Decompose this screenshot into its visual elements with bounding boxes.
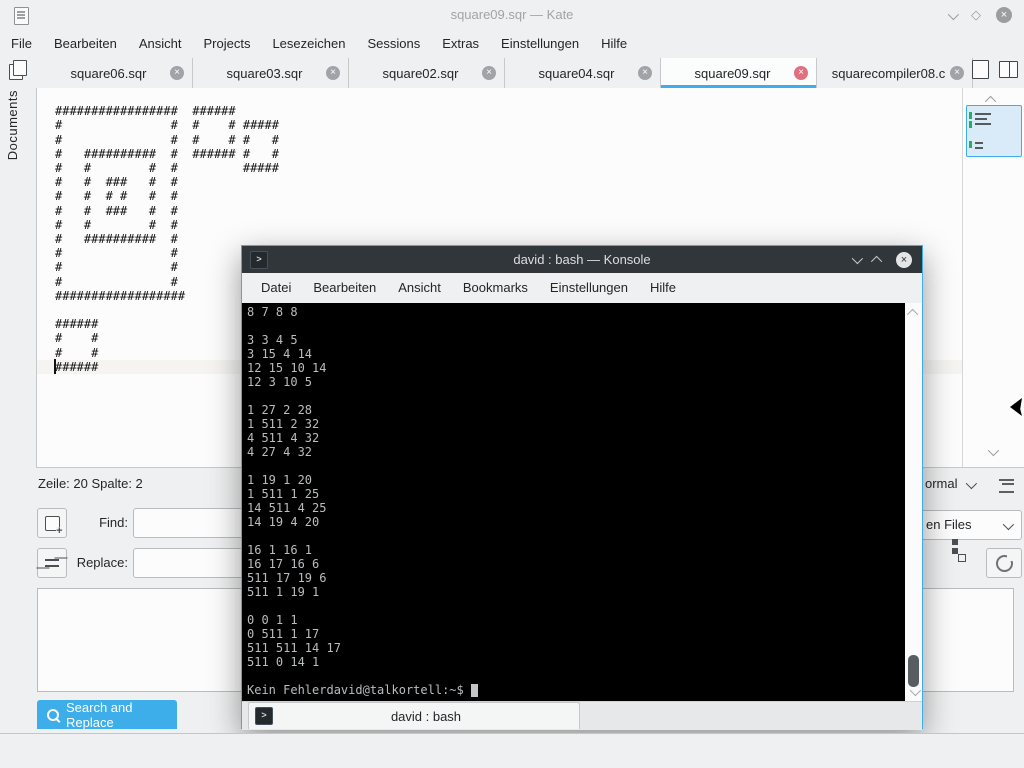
kate-menu-ansicht[interactable]: Ansicht xyxy=(128,30,193,58)
split-view-icon[interactable] xyxy=(999,61,1018,78)
chevron-down-icon[interactable] xyxy=(965,477,978,490)
kate-left-dock: Documents xyxy=(0,58,37,468)
kate-menu-hilfe[interactable]: Hilfe xyxy=(590,30,638,58)
refresh-icon xyxy=(995,553,1014,572)
kate-menu-bearbeiten[interactable]: Bearbeiten xyxy=(43,30,128,58)
tab-squarecompiler08[interactable]: squarecompiler08.c × xyxy=(817,58,973,88)
kate-menu-einstellungen[interactable]: Einstellungen xyxy=(490,30,590,58)
konsole-window-title: david : bash — Konsole xyxy=(513,252,651,267)
konsole-menu-bearbeiten[interactable]: Bearbeiten xyxy=(302,273,387,303)
kate-menu-projects[interactable]: Projects xyxy=(192,30,261,58)
replace-label: Replace: xyxy=(76,555,128,570)
konsole-app-icon: > xyxy=(250,250,268,269)
konsole-menu-hilfe[interactable]: Hilfe xyxy=(639,273,687,303)
konsole-close-button[interactable]: × xyxy=(896,251,912,268)
terminal-prompt-line: Kein Fehlerdavid@talkortell:~$ xyxy=(247,683,478,697)
kate-maximize-button[interactable]: ◇ xyxy=(971,8,981,23)
kate-menu-extras[interactable]: Extras xyxy=(431,30,490,58)
tab-close-icon[interactable]: × xyxy=(794,66,808,80)
kate-menu-sessions[interactable]: Sessions xyxy=(356,30,431,58)
kate-tabbar: square06.sqr × square03.sqr × square02.s… xyxy=(37,58,1024,89)
konsole-menu-einstellungen[interactable]: Einstellungen xyxy=(539,273,639,303)
chevron-down-icon xyxy=(1002,518,1015,531)
tab-close-icon[interactable]: × xyxy=(170,66,184,80)
sliders-icon xyxy=(45,557,59,569)
mode-selector[interactable]: ormal xyxy=(925,468,958,500)
kate-minimize-button[interactable] xyxy=(947,8,960,23)
minimap-view-indicator[interactable] xyxy=(966,105,1022,157)
new-search-icon xyxy=(44,515,63,536)
search-icon xyxy=(47,708,59,721)
search-options-button[interactable] xyxy=(37,548,67,578)
terminal-cursor xyxy=(470,684,478,697)
tab-square09-active[interactable]: square09.sqr × xyxy=(661,58,817,88)
kate-close-button[interactable]: × xyxy=(996,7,1012,23)
sidebar-tab-documents[interactable]: Documents xyxy=(5,90,20,160)
tab-close-icon[interactable]: × xyxy=(326,66,340,80)
konsole-maximize-button[interactable] xyxy=(870,252,883,268)
konsole-menu-datei[interactable]: Datei xyxy=(250,273,302,303)
konsole-menubar: Datei Bearbeiten Ansicht Bookmarks Einst… xyxy=(242,273,922,303)
search-and-replace-tab[interactable]: Search and Replace xyxy=(37,700,177,730)
scroll-up-icon[interactable] xyxy=(906,308,919,321)
terminal[interactable]: 8 7 8 8 3 3 4 5 3 15 4 14 12 15 10 14 12… xyxy=(242,303,922,701)
modified-line-marker xyxy=(969,121,972,128)
konsole-tabbar: > david : bash xyxy=(242,701,922,730)
kate-menu-lesezeichen[interactable]: Lesezeichen xyxy=(261,30,356,58)
tab-square03[interactable]: square03.sqr × xyxy=(193,58,349,88)
kate-menu-file[interactable]: File xyxy=(0,30,43,58)
konsole-menu-bookmarks[interactable]: Bookmarks xyxy=(452,273,539,303)
find-label: Find: xyxy=(99,515,128,530)
documents-icon xyxy=(9,60,27,80)
tab-square06[interactable]: square06.sqr × xyxy=(37,58,193,88)
terminal-scrollbar[interactable] xyxy=(905,303,922,701)
kate-window-title: square09.sqr — Kate xyxy=(450,7,574,22)
terminal-icon: > xyxy=(255,707,273,725)
new-search-tab-button[interactable] xyxy=(37,508,67,538)
konsole-titlebar: david : bash — Konsole > × xyxy=(242,246,922,273)
konsole-minimize-button[interactable] xyxy=(851,252,864,267)
tab-close-icon[interactable]: × xyxy=(950,66,964,80)
tab-square04[interactable]: square04.sqr × xyxy=(505,58,661,88)
konsole-tab-david-bash[interactable]: > david : bash xyxy=(248,702,580,729)
terminal-output: 8 7 8 8 3 3 4 5 3 15 4 14 12 15 10 14 12… xyxy=(247,305,341,669)
konsole-window: david : bash — Konsole > × Datei Bearbei… xyxy=(241,245,923,730)
kate-menubar: File Bearbeiten Ansicht Projects Lesezei… xyxy=(0,30,1024,58)
cursor-position-status: Zeile: 20 Spalte: 2 xyxy=(38,476,143,491)
desktop: square09.sqr — Kate ◇ × File Bearbeiten … xyxy=(0,0,1024,768)
kate-titlebar: square09.sqr — Kate ◇ × xyxy=(0,0,1024,30)
new-document-icon[interactable] xyxy=(972,60,989,79)
tab-close-icon[interactable]: × xyxy=(638,66,652,80)
tab-close-icon[interactable]: × xyxy=(482,66,496,80)
refresh-search-button[interactable] xyxy=(986,548,1022,578)
modified-line-marker xyxy=(969,141,972,148)
tab-square02[interactable]: square02.sqr × xyxy=(349,58,505,88)
taskbar xyxy=(0,733,1024,768)
scrollbar-thumb[interactable] xyxy=(908,655,919,687)
modified-line-marker xyxy=(969,112,972,119)
konsole-menu-ansicht[interactable]: Ansicht xyxy=(387,273,452,303)
indentation-menu-icon[interactable] xyxy=(999,479,1014,493)
